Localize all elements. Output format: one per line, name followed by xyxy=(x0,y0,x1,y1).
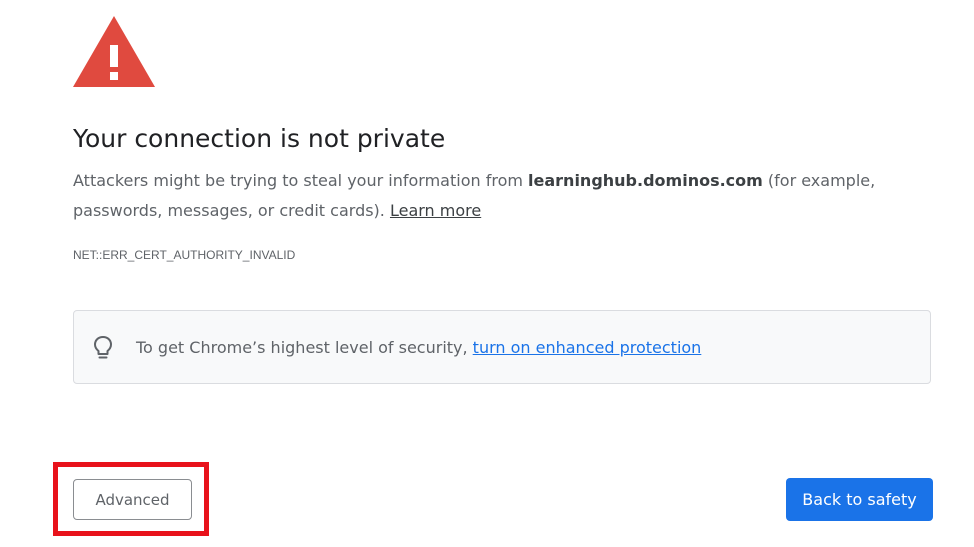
enhanced-protection-box: To get Chrome’s highest level of securit… xyxy=(73,310,931,384)
host-name: learninghub.dominos.com xyxy=(528,171,763,190)
enhanced-protection-link[interactable]: turn on enhanced protection xyxy=(473,338,702,357)
advanced-button[interactable]: Advanced xyxy=(73,479,192,520)
error-code: NET::ERR_CERT_AUTHORITY_INVALID xyxy=(73,248,296,262)
back-to-safety-button[interactable]: Back to safety xyxy=(786,478,933,521)
page-title: Your connection is not private xyxy=(73,124,446,153)
warning-triangle-icon xyxy=(73,16,155,87)
interstitial-page: Your connection is not private Attackers… xyxy=(0,0,974,547)
description-text: Attackers might be trying to steal your … xyxy=(73,166,933,226)
learn-more-link[interactable]: Learn more xyxy=(390,201,481,220)
enhanced-protection-text: To get Chrome’s highest level of securit… xyxy=(136,336,701,360)
description-prefix: Attackers might be trying to steal your … xyxy=(73,171,529,190)
lightbulb-icon xyxy=(94,336,112,359)
enhanced-protection-prefix: To get Chrome’s highest level of securit… xyxy=(136,338,473,357)
